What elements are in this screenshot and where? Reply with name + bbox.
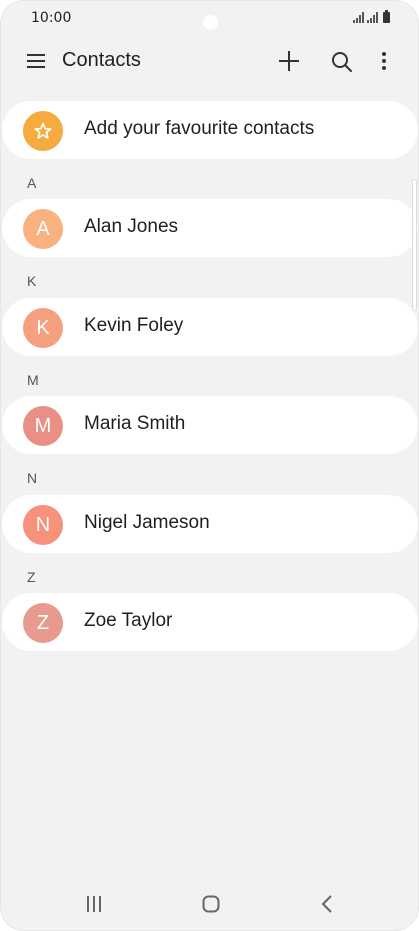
contact-name: Zoe Taylor: [84, 610, 173, 631]
section-header-z: Z: [27, 569, 36, 585]
contact-item-kevin-foley[interactable]: K Kevin Foley: [2, 298, 418, 356]
front-camera: [203, 15, 218, 30]
contact-name: Nigel Jameson: [84, 512, 210, 533]
contact-item-zoe-taylor[interactable]: Z Zoe Taylor: [2, 593, 418, 651]
favourites-star-icon: [23, 111, 63, 151]
more-options-icon[interactable]: [377, 50, 391, 72]
section-header-k: K: [27, 273, 37, 289]
recent-apps-icon[interactable]: [85, 895, 103, 913]
cellular-signal-icon: [367, 12, 378, 23]
add-contact-icon[interactable]: [277, 49, 301, 73]
contact-item-maria-smith[interactable]: M Maria Smith: [2, 396, 418, 454]
section-header-a: A: [27, 175, 37, 191]
page-title: Contacts: [62, 49, 141, 71]
avatar: A: [23, 209, 63, 249]
status-icons: [353, 10, 390, 23]
contact-item-alan-jones[interactable]: A Alan Jones: [2, 199, 418, 257]
wifi-signal-icon: [353, 12, 364, 23]
contact-name: Kevin Foley: [84, 315, 184, 336]
phone-screen: 10:00 Contacts Add your favourite contac…: [0, 0, 419, 931]
navigation-bar: [1, 880, 418, 930]
add-favourites-card[interactable]: Add your favourite contacts: [2, 101, 418, 159]
app-bar: Contacts: [1, 37, 418, 87]
contact-item-nigel-jameson[interactable]: N Nigel Jameson: [2, 495, 418, 553]
avatar: M: [23, 406, 63, 446]
back-icon[interactable]: [320, 894, 334, 914]
section-header-n: N: [27, 470, 38, 486]
contact-name: Alan Jones: [84, 216, 179, 237]
avatar: K: [23, 308, 63, 348]
battery-icon: [383, 10, 390, 23]
search-icon[interactable]: [330, 50, 354, 74]
avatar: N: [23, 505, 63, 545]
section-header-m: M: [27, 372, 39, 388]
avatar: Z: [23, 603, 63, 643]
hamburger-menu-icon[interactable]: [27, 54, 45, 68]
status-bar: 10:00: [1, 1, 418, 37]
fast-scroll-handle[interactable]: [412, 179, 417, 311]
add-favourites-label: Add your favourite contacts: [84, 118, 315, 139]
home-icon[interactable]: [202, 895, 220, 913]
status-time: 10:00: [31, 10, 72, 26]
contact-name: Maria Smith: [84, 413, 186, 434]
